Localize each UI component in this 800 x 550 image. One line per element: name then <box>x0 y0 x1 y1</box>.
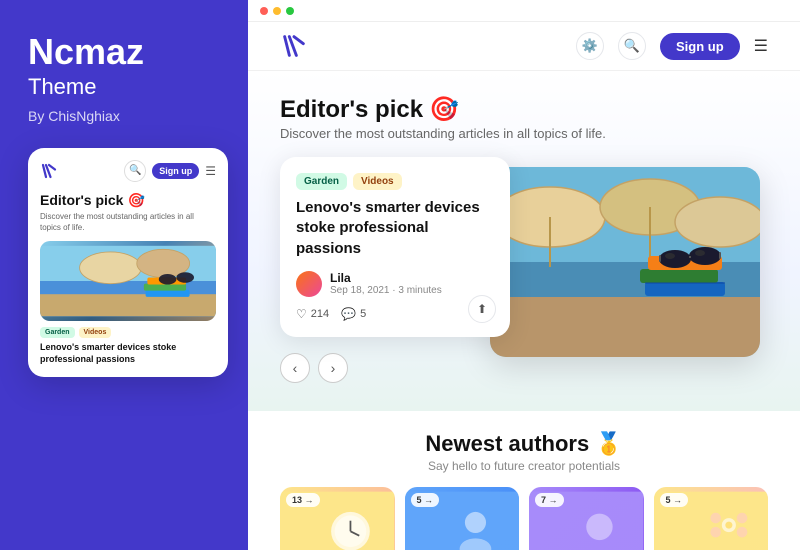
next-arrow-button[interactable]: › <box>318 353 348 383</box>
search-button[interactable]: 🔍 <box>618 32 646 60</box>
author-badge-2: 5 → <box>411 493 440 507</box>
article-title: Lenovo's smarter devices stoke professio… <box>296 198 494 259</box>
article-tags: Garden Videos <box>296 173 494 190</box>
author-card-4[interactable]: 5 → <box>654 487 769 550</box>
sidebar-by: By ChisNghiax <box>28 108 220 124</box>
author-card-2[interactable]: 5 → <box>405 487 520 550</box>
likes-stat: ♡ 214 <box>296 307 329 321</box>
main-content: ⚙️ 🔍 Sign up ☰ Editor's pick 🎯 Discover … <box>248 0 800 550</box>
newest-authors-desc: Say hello to future creator potentials <box>280 459 768 473</box>
author-info: Lila Sep 18, 2021 · 3 minutes <box>330 271 442 296</box>
browser-dot-yellow[interactable] <box>273 7 281 15</box>
editors-pick-desc: Discover the most outstanding articles i… <box>280 126 768 141</box>
author-badge-4: 5 → <box>660 493 689 507</box>
phone-section-title: Editor's pick 🎯 <box>40 192 216 209</box>
browser-inner: ⚙️ 🔍 Sign up ☰ Editor's pick 🎯 Discover … <box>248 22 800 550</box>
tag-garden: Garden <box>296 173 347 190</box>
browser-dot-green[interactable] <box>286 7 294 15</box>
author-card-3[interactable]: 7 → <box>529 487 644 550</box>
newest-authors-header: Newest authors 🥇 Say hello to future cre… <box>280 431 768 473</box>
newest-authors-title: Newest authors 🥇 <box>280 431 768 457</box>
prev-arrow-button[interactable]: ‹ <box>280 353 310 383</box>
sidebar-title: Ncmaz <box>28 32 220 72</box>
phone-hero-image <box>40 241 216 321</box>
nav-right: ⚙️ 🔍 Sign up ☰ <box>576 32 768 60</box>
phone-menu-icon[interactable]: ☰ <box>205 164 216 178</box>
nav-arrows: ‹ › <box>280 353 510 383</box>
browser-chrome <box>248 0 800 22</box>
article-stats: ♡ 214 💬 5 <box>296 307 494 321</box>
top-nav: ⚙️ 🔍 Sign up ☰ <box>248 22 800 71</box>
newest-authors-section: Newest authors 🥇 Say hello to future cre… <box>248 411 800 550</box>
authors-grid: 13 → <box>280 487 768 550</box>
share-button[interactable]: ⬆ <box>468 295 496 323</box>
comments-stat: 💬 5 <box>341 307 366 321</box>
phone-logo <box>40 162 58 180</box>
likes-count: 214 <box>311 308 329 320</box>
editors-pick-section: Editor's pick 🎯 Discover the most outsta… <box>248 71 800 411</box>
nav-logo <box>280 32 308 60</box>
author-badge-1: 13 → <box>286 493 320 507</box>
menu-button[interactable]: ☰ <box>754 36 768 56</box>
phone-nav: 🔍 Sign up ☰ <box>40 160 216 182</box>
author-avatar <box>296 271 322 297</box>
phone-nav-right: 🔍 Sign up ☰ <box>124 160 216 182</box>
signup-button[interactable]: Sign up <box>660 33 740 60</box>
article-card: Garden Videos Lenovo's smarter devices s… <box>280 157 510 337</box>
phone-section-desc: Discover the most outstanding articles i… <box>40 211 216 233</box>
phone-search-icon[interactable]: 🔍 <box>124 160 146 182</box>
article-author-row: Lila Sep 18, 2021 · 3 minutes <box>296 271 494 297</box>
phone-article-title: Lenovo's smarter devices stoke professio… <box>40 342 216 365</box>
editors-pick-emoji: 🎯 <box>429 95 459 124</box>
browser-dot-red[interactable] <box>260 7 268 15</box>
phone-tag-videos: Videos <box>79 327 112 338</box>
comment-icon: 💬 <box>341 307 356 321</box>
heart-icon: ♡ <box>296 307 307 321</box>
author-badge-3: 7 → <box>535 493 564 507</box>
newest-authors-emoji: 🥇 <box>595 431 622 457</box>
sidebar-subtitle: Theme <box>28 74 220 100</box>
author-name: Lila <box>330 271 442 285</box>
phone-tags: Garden Videos <box>40 327 216 338</box>
comments-count: 5 <box>360 308 366 320</box>
tag-videos: Videos <box>353 173 402 190</box>
phone-card-mock: 🔍 Sign up ☰ Editor's pick 🎯 Discover the… <box>28 148 228 378</box>
hero-image <box>490 167 760 357</box>
phone-signup-button[interactable]: Sign up <box>152 163 199 179</box>
editors-pick-header: Editor's pick 🎯 Discover the most outsta… <box>280 95 768 141</box>
author-date: Sep 18, 2021 · 3 minutes <box>330 285 442 296</box>
phone-tag-garden: Garden <box>40 327 75 338</box>
editors-pick-content: Garden Videos Lenovo's smarter devices s… <box>280 157 768 383</box>
editors-pick-title: Editor's pick 🎯 <box>280 95 768 124</box>
theme-toggle-button[interactable]: ⚙️ <box>576 32 604 60</box>
sidebar: Ncmaz Theme By ChisNghiax 🔍 Sign up ☰ Ed… <box>0 0 248 550</box>
author-card-1[interactable]: 13 → <box>280 487 395 550</box>
